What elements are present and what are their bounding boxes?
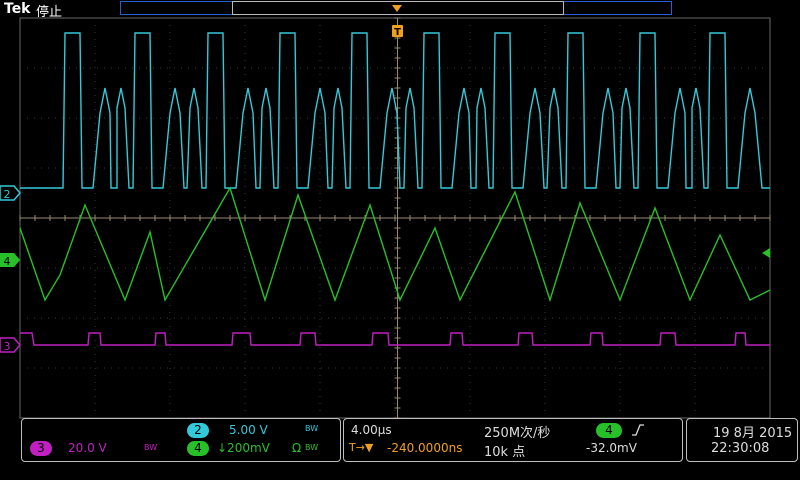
ch2-marker-label: 2 [4,188,11,201]
ch3-badge[interactable]: 3 [30,441,52,456]
ch4-badge[interactable]: 4 [187,441,209,456]
date: 19 8月 2015 [713,426,793,441]
ch4-scale: ↓200mV [217,441,270,455]
ch2-badge[interactable]: 2 [187,423,209,438]
ch4-bw-limit: BW [305,443,319,452]
timebase-panel[interactable]: 4.00µs 250M次/秒 T→▼ -240.0000ns 10k 点 4 -… [343,418,683,462]
ch3-marker-label: 3 [4,340,11,353]
time-per-div: 4.00µs [351,423,392,437]
trigger-level: -32.0mV [586,441,637,455]
ch2-scale: 5.00 V [229,423,268,437]
time: 22:30:08 [711,441,770,456]
ch4-ground-marker[interactable]: 4 [0,253,20,268]
sample-rate: 250M次/秒 [484,426,551,441]
waveform-display[interactable]: T 2 4 3 [0,0,800,420]
record-length: 10k 点 [484,445,526,460]
status-panels: 2 5.00 V BW 3 20.0 V BW 4 ↓200mV Ω BW 4.… [0,418,800,480]
ch3-scale: 20.0 V [68,441,107,455]
ch2-bw-limit: BW [305,424,319,433]
trigger-source-badge[interactable]: 4 [596,423,622,438]
ch4-marker-label: 4 [4,255,11,268]
ch4-coupling: Ω [292,441,302,455]
channel-info-panel[interactable]: 2 5.00 V BW 3 20.0 V BW 4 ↓200mV Ω BW [21,418,341,462]
datetime-panel[interactable]: 19 8月 2015 22:30:08 [686,418,798,462]
ch3-ground-marker[interactable]: 3 [0,337,21,353]
delay-icon: T→▼ [349,441,374,454]
rising-edge-icon [632,424,644,436]
ch3-bw-limit: BW [144,443,158,452]
horizontal-delay: -240.0000ns [387,441,463,455]
trigger-marker-label: T [394,27,401,38]
ch2-ground-marker[interactable]: 2 [0,185,21,201]
